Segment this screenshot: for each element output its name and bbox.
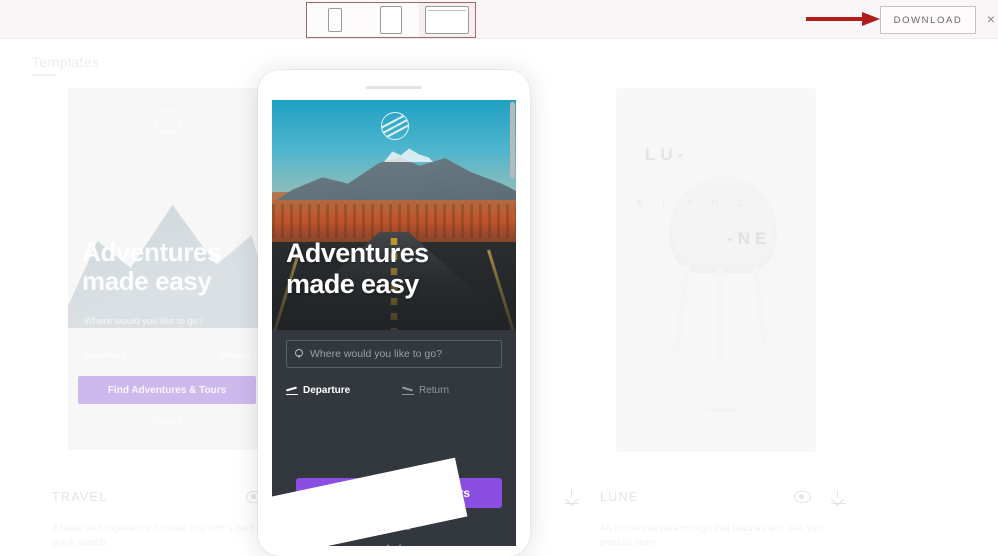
- preview-scrollbar[interactable]: [510, 102, 515, 178]
- tab-return-label: Return: [419, 384, 450, 396]
- template-actions-lune[interactable]: [794, 490, 845, 504]
- tab-return[interactable]: Return: [402, 385, 449, 396]
- thumb-heading: Adventures made easy: [82, 237, 222, 297]
- thumb-strip: [675, 357, 773, 373]
- chair-leg: [751, 264, 769, 350]
- thumb-subtitle: Where would you like to go?: [84, 316, 204, 327]
- thumb-word-top: LU-: [645, 145, 689, 164]
- eye-icon[interactable]: [794, 491, 811, 503]
- globe-logo-icon: [156, 110, 180, 134]
- thumb-cta: Find Adventures & Tours: [78, 376, 256, 404]
- chair-leg: [673, 264, 691, 352]
- map-pin-icon: [295, 348, 303, 360]
- hero-heading: Adventures made easy: [286, 238, 429, 299]
- device-option-tablet[interactable]: [363, 3, 419, 37]
- chevron-down-icon[interactable]: [386, 537, 402, 546]
- template-thumbnail: Adventures made easy Where would you lik…: [68, 88, 266, 450]
- close-icon[interactable]: ×: [984, 11, 998, 27]
- download-icon[interactable]: [831, 490, 845, 504]
- phone-icon: [328, 8, 342, 32]
- annotation-arrow: [806, 12, 882, 26]
- page-title-underline: [32, 74, 56, 76]
- chair-art: [669, 177, 777, 273]
- phone-screen[interactable]: Adventures made easy Where would you lik…: [272, 100, 516, 546]
- trip-segment-tabs[interactable]: Departure Return: [286, 382, 502, 398]
- thumb-tab-departure: Departure: [84, 350, 127, 360]
- page-title: Templates: [32, 54, 100, 70]
- phone-preview-frame: Adventures made easy Where would you lik…: [258, 70, 530, 556]
- template-name-lune: LUNE: [600, 490, 639, 504]
- device-option-desktop[interactable]: [419, 3, 475, 37]
- thumb-tab-return: Return: [221, 350, 250, 360]
- plane-takeoff-icon: [286, 385, 298, 395]
- thumb-segments: Departure Return: [84, 350, 250, 360]
- globe-logo-icon[interactable]: [381, 112, 409, 140]
- destination-search-input[interactable]: Where would you like to go?: [286, 340, 502, 368]
- device-size-switcher[interactable]: [306, 2, 476, 38]
- download-icon[interactable]: [565, 490, 579, 504]
- search-placeholder: Where would you like to go?: [310, 348, 442, 360]
- chair-leg: [717, 269, 723, 365]
- template-card-travel[interactable]: Adventures made easy Where would you lik…: [68, 88, 268, 454]
- thumb-word-mid: B L A N C: [637, 199, 753, 208]
- tab-departure[interactable]: Departure: [286, 385, 402, 396]
- thumb-bar: [705, 409, 739, 412]
- tablet-icon: [380, 6, 402, 34]
- download-button[interactable]: DOWNLOAD: [880, 6, 976, 34]
- phone-speaker: [366, 86, 422, 89]
- thumb-explore: Explore: [151, 416, 183, 426]
- thumb-word-bottom: -NE: [727, 229, 772, 248]
- template-description-lune: An immersive walkthrough that teaches an…: [600, 523, 825, 549]
- template-name-travel: TRAVEL: [52, 490, 108, 504]
- desktop-icon: [425, 6, 469, 34]
- tab-departure-label: Departure: [303, 384, 351, 396]
- plane-landing-icon: [402, 385, 414, 395]
- preview-toolbar: DOWNLOAD ×: [0, 0, 998, 39]
- template-card-lune[interactable]: LU- B L A N C -NE: [616, 88, 816, 454]
- template-thumbnail: LU- B L A N C -NE: [616, 88, 816, 452]
- device-option-phone[interactable]: [307, 3, 363, 37]
